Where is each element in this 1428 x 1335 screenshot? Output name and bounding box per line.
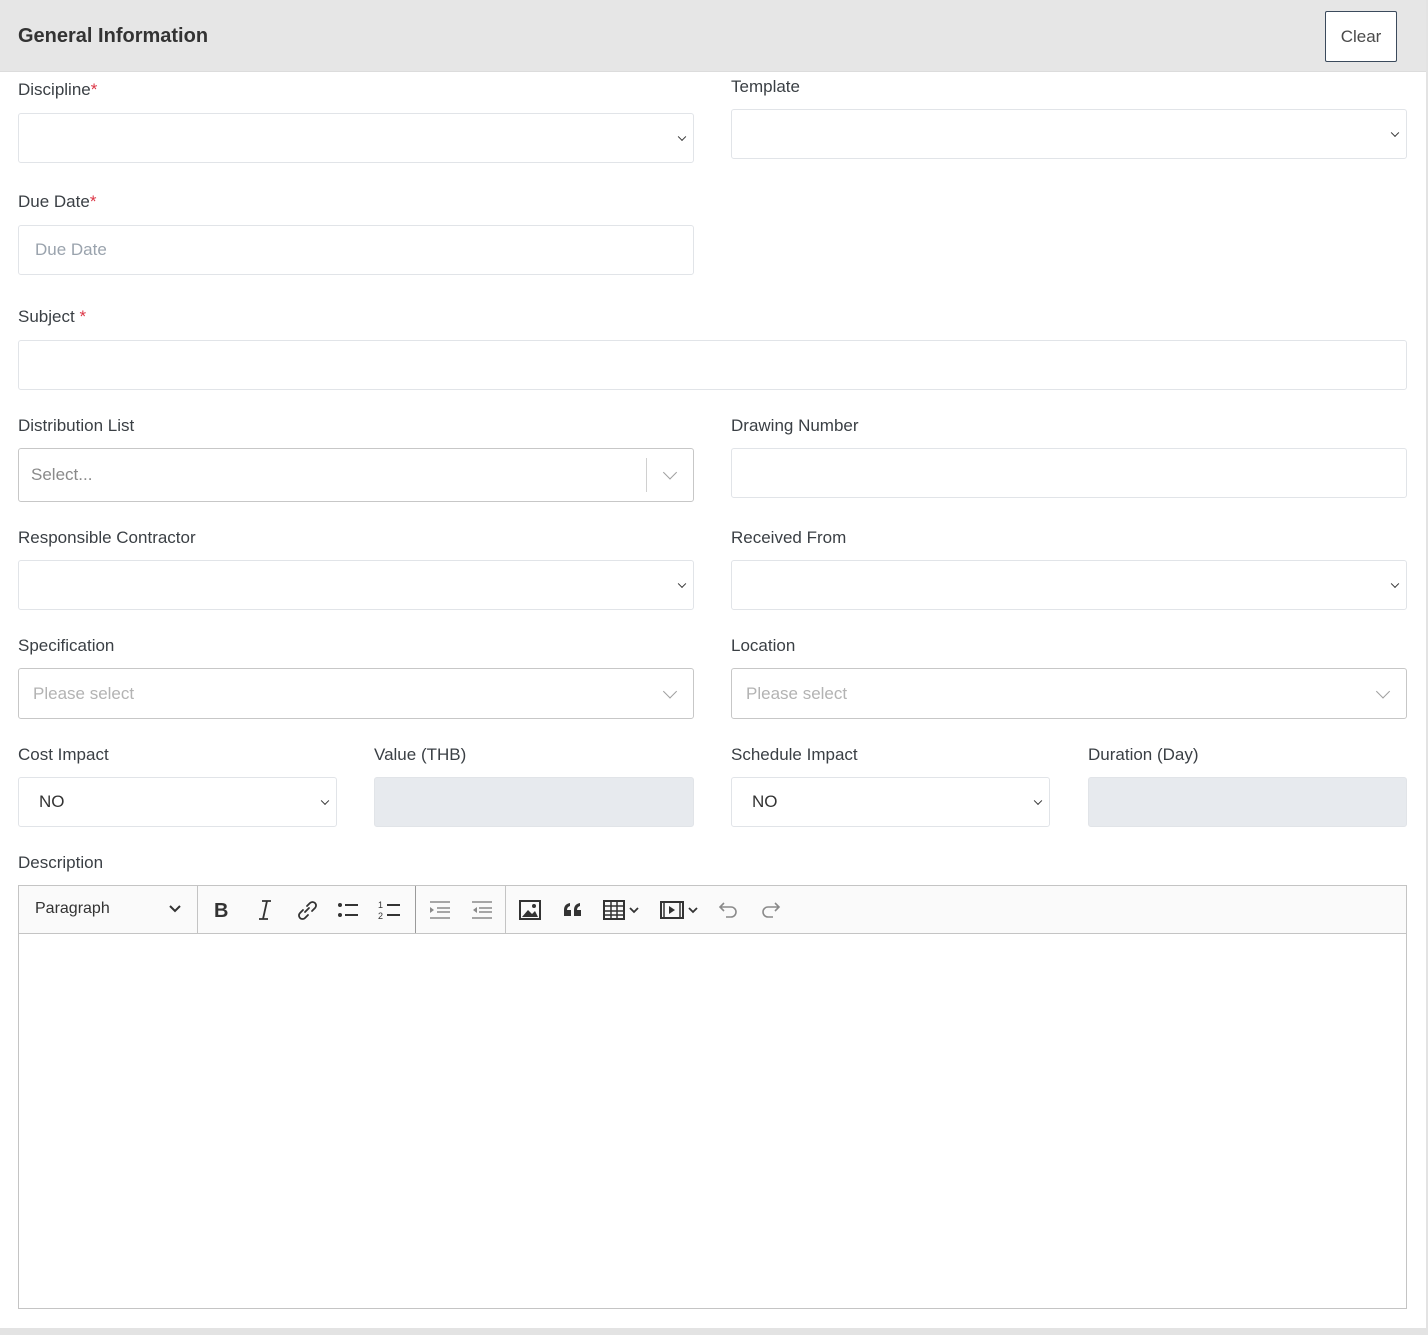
chevron-down-icon — [677, 132, 687, 142]
redo-icon[interactable] — [758, 897, 784, 923]
svg-text:B: B — [214, 900, 228, 922]
indicator-separator — [646, 458, 647, 492]
discipline-label: Discipline* — [18, 80, 98, 99]
increase-indent-icon[interactable] — [469, 897, 495, 923]
description-editor: Paragraph B 12 — [18, 885, 1407, 1309]
bold-icon[interactable]: B — [209, 897, 235, 923]
drawing-number-input[interactable] — [731, 448, 1407, 498]
chevron-down-icon — [662, 465, 678, 480]
cost-impact-label: Cost Impact — [18, 745, 109, 764]
due-date-input[interactable]: Due Date — [18, 225, 694, 275]
due-date-label: Due Date* — [18, 192, 97, 211]
location-label: Location — [731, 636, 796, 655]
chevron-down-icon — [320, 796, 330, 806]
svg-text:1: 1 — [378, 900, 383, 910]
toolbar-separator — [505, 886, 506, 933]
cost-impact-select[interactable]: NO — [18, 777, 337, 827]
responsible-contractor-label: Responsible Contractor — [18, 528, 196, 547]
duration-day-input — [1088, 777, 1407, 827]
insert-table-icon[interactable] — [602, 897, 646, 923]
chevron-down-icon — [1033, 796, 1043, 806]
toolbar-separator — [415, 886, 416, 933]
insert-image-icon[interactable] — [517, 897, 543, 923]
general-information-card: General Information Clear Discipline* Te… — [0, 0, 1428, 1335]
bulleted-list-icon[interactable] — [335, 897, 361, 923]
chevron-down-icon — [1390, 128, 1400, 138]
page-title: General Information — [18, 25, 209, 47]
received-from-select[interactable] — [731, 560, 1407, 610]
location-select[interactable]: Please select — [731, 668, 1407, 719]
responsible-contractor-select[interactable] — [18, 560, 694, 610]
undo-icon[interactable] — [715, 897, 741, 923]
decrease-indent-icon[interactable] — [427, 897, 453, 923]
drawing-number-label: Drawing Number — [731, 416, 859, 435]
subject-label: Subject * — [18, 307, 87, 326]
value-thb-label: Value (THB) — [374, 745, 467, 764]
italic-icon[interactable] — [252, 897, 278, 923]
distribution-list-select[interactable]: Select... — [18, 448, 694, 502]
chevron-down-icon — [169, 905, 181, 913]
schedule-impact-label: Schedule Impact — [731, 745, 858, 764]
chevron-down-icon — [1390, 579, 1400, 589]
block-format-label: Paragraph — [35, 900, 110, 917]
svg-text:2: 2 — [378, 911, 383, 921]
description-label: Description — [18, 853, 104, 872]
received-from-label: Received From — [731, 528, 847, 547]
link-icon[interactable] — [294, 897, 320, 923]
chevron-down-icon — [662, 683, 678, 699]
toolbar-separator — [197, 886, 198, 933]
editor-content-area[interactable] — [19, 934, 1406, 1308]
insert-media-icon[interactable] — [659, 897, 703, 923]
editor-toolbar: Paragraph B 12 — [19, 886, 1406, 934]
distribution-list-label: Distribution List — [18, 416, 135, 435]
discipline-select[interactable] — [18, 113, 694, 163]
block-format-dropdown[interactable]: Paragraph — [19, 886, 197, 933]
template-label: Template — [731, 77, 800, 96]
clear-button[interactable]: Clear — [1325, 11, 1397, 62]
specification-label: Specification — [18, 636, 115, 655]
chevron-down-icon — [677, 579, 687, 589]
subject-input[interactable] — [18, 340, 1407, 390]
value-thb-input — [374, 777, 694, 827]
duration-day-label: Duration (Day) — [1088, 745, 1199, 764]
chevron-down-icon — [1375, 683, 1391, 699]
template-select[interactable] — [731, 109, 1407, 159]
block-quote-icon[interactable] — [560, 897, 586, 923]
schedule-impact-select[interactable]: NO — [731, 777, 1050, 827]
specification-select[interactable]: Please select — [18, 668, 694, 719]
numbered-list-icon[interactable]: 12 — [377, 897, 403, 923]
card-header: General Information Clear — [0, 0, 1426, 72]
